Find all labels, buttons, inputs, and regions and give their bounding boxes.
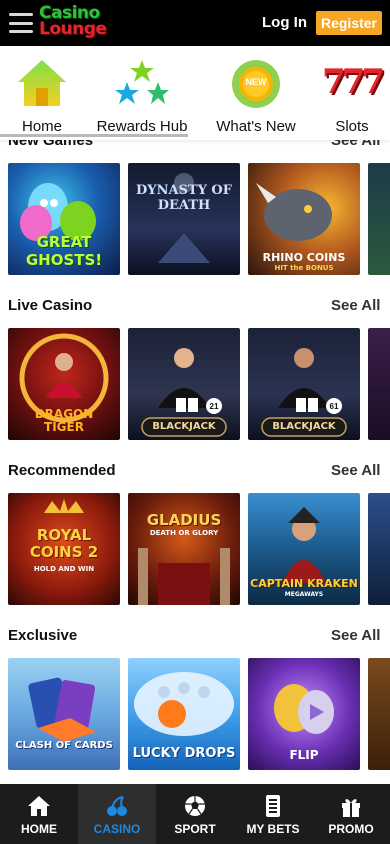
game-tile[interactable]: GREAT GHOSTS!	[8, 163, 120, 275]
bottom-nav-my-bets[interactable]: MY BETS	[234, 784, 312, 844]
bottom-nav-casino[interactable]: CASINO	[78, 784, 156, 844]
games-row-new-games: GREAT GHOSTS! DYNASTY OF DEATH RHINO COI…	[8, 163, 390, 275]
see-all-recommended[interactable]: See All	[331, 462, 380, 479]
game-subtitle: DEATH OR GLORY	[149, 529, 219, 537]
game-name: GLADIUS	[146, 511, 222, 529]
game-tile[interactable]: RHINO COINS HIT the BONUS	[248, 163, 360, 275]
game-tile[interactable]: DYNASTY OF DEATH	[128, 163, 240, 275]
bottom-nav-label: HOME	[21, 822, 57, 836]
game-badge: 21	[209, 402, 219, 411]
game-name: LUCKY DROPS	[132, 746, 236, 761]
game-badge: 61	[329, 402, 339, 411]
cherries-icon	[105, 794, 129, 818]
bottom-nav-label: SPORT	[174, 822, 216, 836]
game-subtitle: HIT the BONUS	[274, 264, 334, 272]
bottom-nav-label: MY BETS	[246, 822, 300, 836]
slots-777-icon: 777	[322, 56, 385, 112]
game-name: BLACKJACK	[272, 421, 336, 432]
quick-nav: Home Rewards Hub NEW What's New 777 Slot…	[0, 46, 390, 140]
game-tile-partial[interactable]	[368, 163, 390, 275]
quick-nav-label: Rewards Hub	[96, 118, 188, 135]
section-title-exclusive: Exclusive	[8, 627, 78, 644]
quick-nav-whats-new[interactable]: NEW What's New	[214, 56, 298, 135]
game-name: DYNASTY OF DEATH	[136, 183, 232, 213]
game-tile[interactable]: DRAGON TIGER	[8, 328, 120, 440]
bottom-nav: HOME CASINO SPORT MY BETS PROMO	[0, 784, 390, 844]
game-name: BLACKJACK	[152, 421, 216, 432]
login-button[interactable]: Log In	[262, 14, 307, 31]
game-name: ROYAL COINS 2	[29, 526, 99, 561]
game-tile[interactable]: CLASH OF CARDS	[8, 658, 120, 770]
top-bar: Casino Lounge Log In Register	[0, 0, 390, 46]
game-name: GREAT GHOSTS!	[25, 233, 103, 269]
game-name: CAPTAIN KRAKEN	[250, 577, 358, 590]
logo-line2: Lounge	[39, 19, 107, 39]
quick-nav-home[interactable]: Home	[14, 56, 70, 135]
game-name: CLASH OF CARDS	[15, 740, 113, 751]
quick-nav-label: What's New	[216, 118, 296, 135]
section-title-recommended: Recommended	[8, 462, 116, 479]
house-icon	[14, 56, 70, 112]
menu-icon[interactable]	[9, 13, 33, 33]
game-tile[interactable]: ROYAL COINS 2 HOLD AND WIN	[8, 493, 120, 605]
see-all-live-casino[interactable]: See All	[331, 297, 380, 314]
quick-nav-label: Home	[21, 118, 62, 135]
bet-slip-icon	[261, 794, 285, 818]
quick-nav-slots[interactable]: 777 Slots	[322, 56, 385, 135]
game-name: DRAGON TIGER	[34, 407, 94, 434]
new-badge-icon: NEW	[228, 56, 284, 112]
bottom-nav-label: CASINO	[93, 822, 141, 836]
bottom-nav-home[interactable]: HOME	[0, 784, 78, 844]
game-subtitle: MEGAWAYS	[284, 591, 324, 598]
games-row-live-casino: DRAGON TIGER 21 BLACKJACK 61 BLACKJACK	[8, 328, 390, 440]
casino-lounge-logo[interactable]: Casino Lounge	[39, 5, 107, 39]
game-name: FLIP	[289, 748, 319, 762]
gift-icon	[339, 794, 363, 818]
section-title-live-casino: Live Casino	[8, 297, 93, 314]
soccer-ball-icon	[183, 794, 207, 818]
game-subtitle: HOLD AND WIN	[33, 565, 95, 573]
see-all-exclusive[interactable]: See All	[331, 627, 380, 644]
quick-nav-rewards-hub[interactable]: Rewards Hub	[96, 56, 188, 135]
stars-icon	[114, 56, 170, 112]
games-row-exclusive: CLASH OF CARDS LUCKY DROPS FLIP	[8, 658, 390, 770]
game-tile[interactable]: 61 BLACKJACK	[248, 328, 360, 440]
game-tile[interactable]: LUCKY DROPS	[128, 658, 240, 770]
game-tile-partial[interactable]	[368, 658, 390, 770]
bottom-nav-sport[interactable]: SPORT	[156, 784, 234, 844]
games-row-recommended: ROYAL COINS 2 HOLD AND WIN GLADIUS DEATH…	[8, 493, 390, 605]
bottom-nav-promo[interactable]: PROMO	[312, 784, 390, 844]
quick-nav-label: Slots	[335, 118, 369, 135]
bottom-nav-label: PROMO	[328, 822, 374, 836]
game-tile-partial[interactable]	[368, 493, 390, 605]
slots-icon-text: 777	[322, 62, 385, 102]
game-tile[interactable]: GLADIUS DEATH OR GLORY	[128, 493, 240, 605]
quick-nav-indicator	[0, 134, 188, 137]
page: Casino Lounge Log In Register Home Rewar…	[0, 0, 390, 844]
register-button[interactable]: Register	[316, 11, 382, 35]
new-badge-text: NEW	[245, 77, 267, 87]
game-tile[interactable]: FLIP	[248, 658, 360, 770]
game-tile[interactable]: 21 BLACKJACK	[128, 328, 240, 440]
game-name: RHINO COINS	[262, 251, 346, 264]
game-tile[interactable]: CAPTAIN KRAKEN MEGAWAYS	[248, 493, 360, 605]
home-icon	[27, 794, 51, 818]
game-tile-partial[interactable]	[368, 328, 390, 440]
